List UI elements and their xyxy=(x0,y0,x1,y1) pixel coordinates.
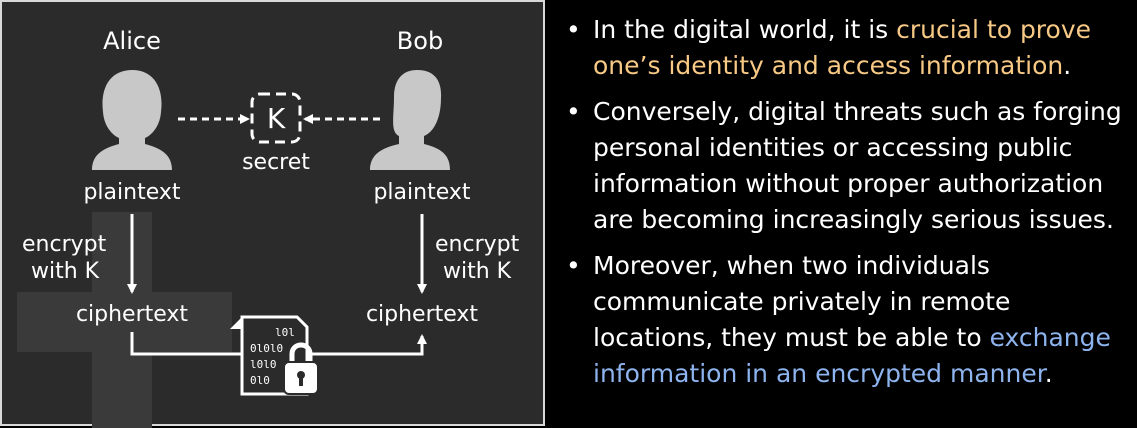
binary-line-1: l0l xyxy=(275,326,295,339)
secret-label: secret xyxy=(242,150,310,175)
bullet-item-2: • Conversely, digital threats such as fo… xyxy=(560,94,1132,238)
key-letter: K xyxy=(266,102,286,135)
bullet-1-text-a: In the digital world, it is xyxy=(593,15,897,44)
encryption-diagram: l0l 0l0l0 l0l0 0l0 Alice Bob K secret pl… xyxy=(0,0,545,428)
alice-ciphertext-label: ciphertext xyxy=(75,302,189,327)
bullet-dot: • xyxy=(566,15,581,44)
bob-plaintext-label: plaintext xyxy=(373,180,471,205)
bullet-1-text-b: . xyxy=(1063,51,1072,80)
bullet-3-text-a: Moreover, when two individuals communica… xyxy=(593,251,1011,352)
bullet-dot: • xyxy=(566,97,581,126)
bullet-item-3: • Moreover, when two individuals communi… xyxy=(560,248,1132,392)
alice-encrypt-label-line2: with K xyxy=(31,259,100,284)
diagram-graphics: l0l 0l0l0 l0l0 0l0 xyxy=(17,70,450,428)
bullet-3-text-b: . xyxy=(1044,359,1053,388)
binary-line-3: l0l0 xyxy=(250,358,277,371)
alice-plaintext-label: plaintext xyxy=(83,180,181,205)
alice-encrypt-label-line1: encrypt xyxy=(22,232,107,257)
alice-label: Alice xyxy=(103,27,161,55)
bullet-dot: • xyxy=(566,251,581,280)
bullet-2-text: Conversely, digital threats such as forg… xyxy=(593,97,1122,234)
bob-encrypt-label-line1: encrypt xyxy=(435,232,520,257)
bob-person-icon xyxy=(370,70,450,170)
bob-ciphertext-label: ciphertext xyxy=(365,302,479,327)
binary-line-4: 0l0 xyxy=(250,374,270,387)
bullet-list: • In the digital world, it is crucial to… xyxy=(560,12,1132,402)
alice-person-icon xyxy=(92,70,172,170)
bullet-item-1: • In the digital world, it is crucial to… xyxy=(560,12,1132,84)
bob-encrypt-label-line2: with K xyxy=(443,259,512,284)
bob-label: Bob xyxy=(396,27,444,55)
binary-line-2: 0l0l0 xyxy=(250,342,283,355)
